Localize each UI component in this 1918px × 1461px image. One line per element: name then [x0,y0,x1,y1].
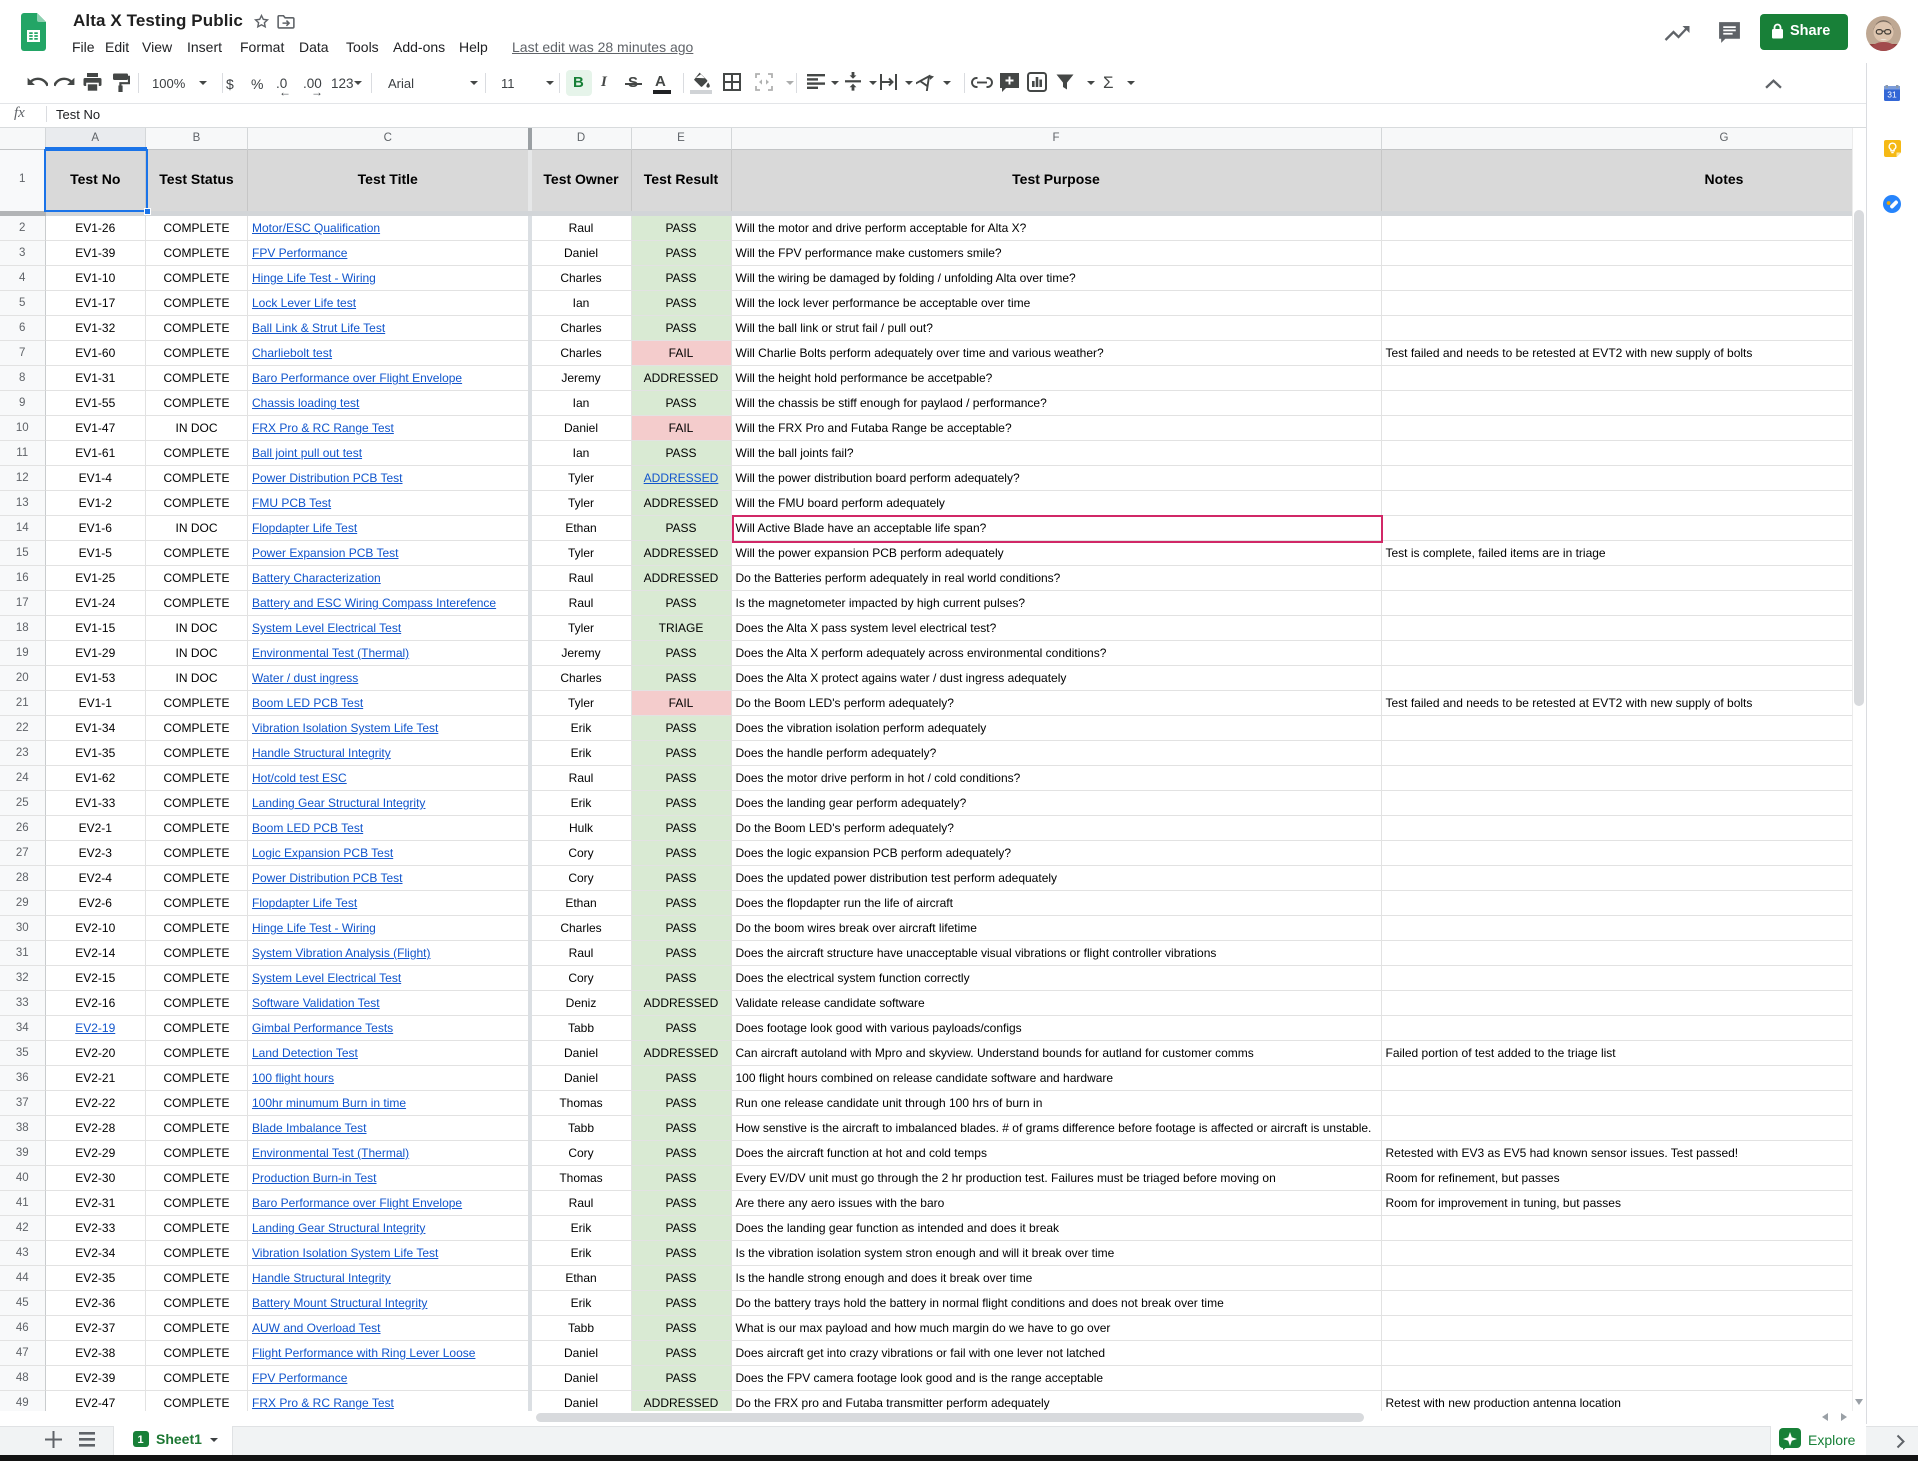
svg-text:31: 31 [1887,90,1897,100]
